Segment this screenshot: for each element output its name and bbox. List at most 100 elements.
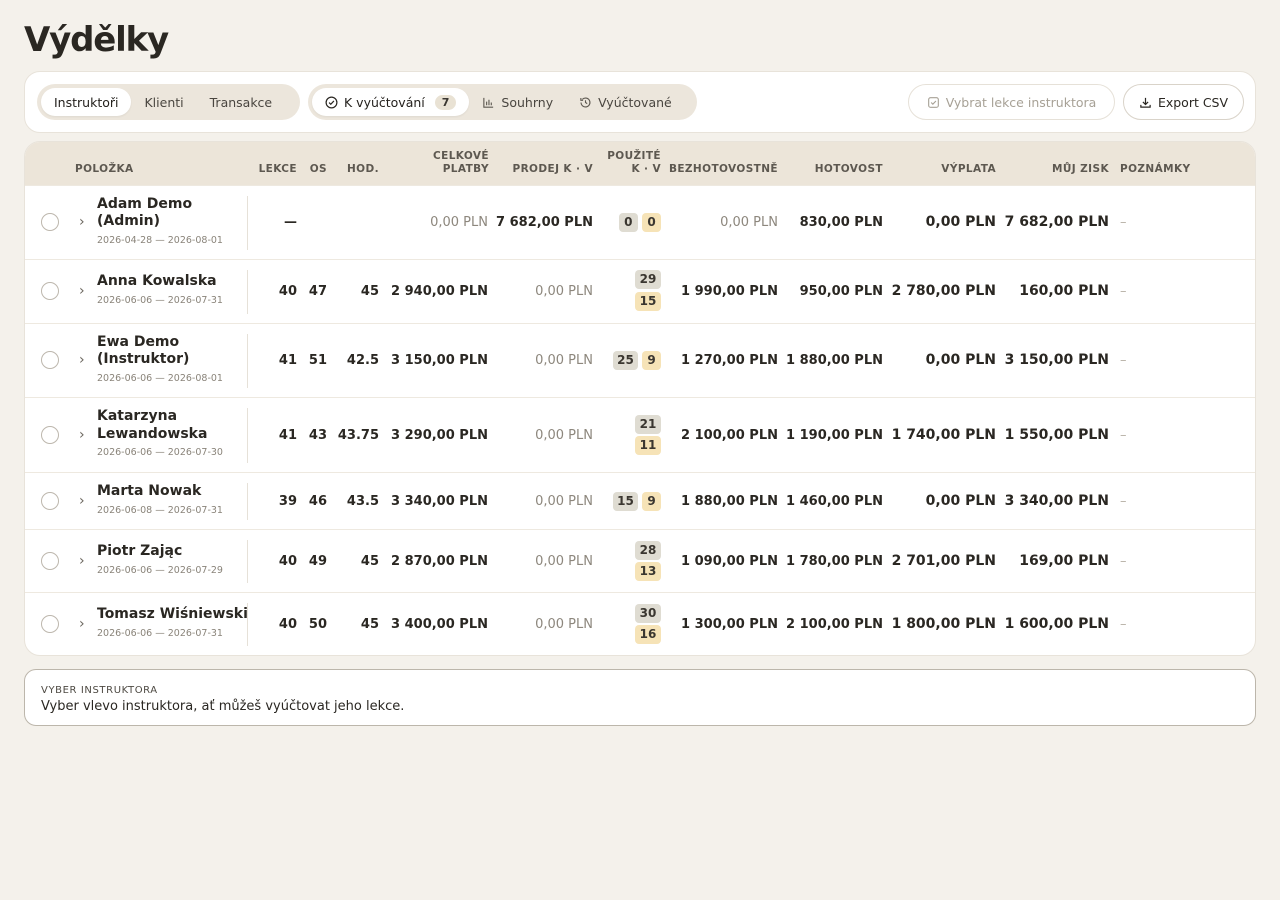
lessons-value: 41 (278, 428, 297, 443)
cashless-value: 2 100,00 PLN (681, 428, 778, 443)
tab-label: Vyúčtované (598, 94, 672, 110)
chevron-right-icon[interactable]: › (79, 284, 89, 298)
table-row[interactable]: › Piotr Zając 2026-06-06 — 2026-07-29 40… (25, 529, 1255, 592)
used-v-chip: 11 (635, 436, 661, 455)
notes-value[interactable]: – (1120, 494, 1127, 509)
notes-value[interactable]: – (1120, 284, 1127, 299)
header-profit: MŮJ ZISK (1052, 163, 1109, 175)
table-row[interactable]: › Adam Demo (Admin) 2026-04-28 — 2026-08… (25, 185, 1255, 259)
chevron-right-icon[interactable]: › (79, 428, 89, 442)
date-range: 2026-06-08 — 2026-07-31 (97, 505, 223, 516)
earnings-table: POLOŽKA LEKCE OS HOD. CELKOVÉ PLATBY PRO… (24, 141, 1256, 656)
status-tabs: K vyúčtování 7 Souhrny Vyúčtované (308, 84, 697, 120)
chevron-right-icon[interactable]: › (79, 353, 89, 367)
os-value: 43 (308, 428, 327, 443)
date-range: 2026-06-06 — 2026-07-29 (97, 565, 223, 576)
used-k-wrap: 29 (621, 270, 661, 289)
hours-value: 42.5 (346, 353, 379, 368)
table-row[interactable]: › Anna Kowalska 2026-06-06 — 2026-07-31 … (25, 259, 1255, 323)
total-value: 3 150,00 PLN (391, 353, 488, 368)
tab-transactions[interactable]: Transakce (197, 88, 286, 116)
chevron-right-icon[interactable]: › (79, 617, 89, 631)
used-k-chip: 15 (613, 492, 638, 511)
row-select-radio[interactable] (41, 552, 59, 570)
table-row[interactable]: › Marta Nowak 2026-06-08 — 2026-07-31 39… (25, 472, 1255, 529)
used-v-chip: 0 (642, 213, 661, 232)
header-cashless: BEZHOTOVOSTNĚ (668, 163, 778, 175)
profit-value: 1 600,00 PLN (1004, 616, 1109, 632)
os-value: 50 (308, 617, 327, 632)
instructor-name: Piotr Zając (97, 543, 183, 559)
os-value: 51 (308, 353, 327, 368)
chevron-right-icon[interactable]: › (79, 494, 89, 508)
notes-value[interactable]: – (1120, 215, 1127, 230)
used-k-chip: 29 (635, 270, 661, 289)
export-csv-button[interactable]: Export CSV (1123, 84, 1244, 120)
notes-value[interactable]: – (1120, 353, 1127, 368)
used-k-chip: 25 (613, 351, 638, 370)
lessons-value: 41 (278, 353, 297, 368)
tab-to-settle[interactable]: K vyúčtování 7 (312, 88, 470, 116)
sale-value: 0,00 PLN (535, 617, 593, 632)
column-divider (247, 270, 248, 314)
tab-clients[interactable]: Klienti (131, 88, 196, 116)
used-chips: 15 9 (585, 492, 661, 511)
cash-value: 2 100,00 PLN (786, 617, 883, 632)
chevron-right-icon[interactable]: › (79, 215, 89, 229)
lessons-value: 39 (278, 494, 297, 509)
tab-summaries[interactable]: Souhrny (469, 88, 566, 116)
sale-value: 7 682,00 PLN (496, 215, 593, 230)
cashless-value: 1 090,00 PLN (681, 554, 778, 569)
table-row[interactable]: › Tomasz Wiśniewski 2026-06-06 — 2026-07… (25, 592, 1255, 655)
notes-value[interactable]: – (1120, 428, 1127, 443)
download-icon (1140, 97, 1151, 108)
tab-label: Transakce (209, 94, 273, 110)
header-payout: VÝPLATA (941, 163, 996, 175)
row-select-radio[interactable] (41, 213, 59, 231)
hours-value: 45 (360, 617, 379, 632)
table-row[interactable]: › Katarzyna Lewandowska 2026-06-06 — 202… (25, 397, 1255, 472)
header-cash: HOTOVOST (814, 163, 883, 175)
row-select-radio[interactable] (41, 492, 59, 510)
cash-value: 830,00 PLN (799, 215, 883, 230)
payout-value: 2 780,00 PLN (891, 283, 996, 299)
instructor-name-line2: (Instruktor) (97, 351, 190, 367)
instructor-name: Ewa Demo (97, 334, 180, 350)
row-select-radio[interactable] (41, 426, 59, 444)
used-k-wrap: 21 (621, 415, 661, 434)
profit-value: 3 340,00 PLN (1004, 493, 1109, 509)
table-header: POLOŽKA LEKCE OS HOD. CELKOVÉ PLATBY PRO… (25, 142, 1255, 185)
tab-instructors[interactable]: Instruktoři (41, 88, 132, 116)
instructor-name: Marta Nowak (97, 483, 202, 499)
used-v-wrap: 13 (621, 562, 661, 581)
sale-value: 0,00 PLN (535, 428, 593, 443)
profit-value: 7 682,00 PLN (1004, 214, 1109, 230)
column-divider (247, 334, 248, 388)
os-value: 49 (308, 554, 327, 569)
header-total-line1: CELKOVÉ (433, 150, 489, 162)
select-instructor-hint: VYBER INSTRUKTORA Vyber vlevo instruktor… (24, 669, 1256, 726)
used-v-chip: 13 (635, 562, 661, 581)
cashless-value: 1 880,00 PLN (681, 494, 778, 509)
column-divider (247, 540, 248, 583)
notes-value[interactable]: – (1120, 554, 1127, 569)
lessons-value: — (284, 215, 297, 230)
column-divider (247, 603, 248, 646)
chevron-right-icon[interactable]: › (79, 554, 89, 568)
sale-value: 0,00 PLN (535, 554, 593, 569)
header-lessons: LEKCE (258, 163, 297, 175)
row-select-radio[interactable] (41, 282, 59, 300)
os-value: 46 (308, 494, 327, 509)
notes-value[interactable]: – (1120, 617, 1127, 632)
instructor-name: Anna Kowalska (97, 273, 217, 289)
table-row[interactable]: › Ewa Demo (Instruktor) 2026-06-06 — 202… (25, 323, 1255, 397)
row-select-radio[interactable] (41, 351, 59, 369)
total-value: 2 870,00 PLN (391, 554, 488, 569)
row-select-radio[interactable] (41, 615, 59, 633)
used-v-chip: 16 (635, 625, 661, 644)
tab-label: Klienti (144, 94, 184, 110)
select-lessons-button[interactable]: Vybrat lekce instruktora (908, 84, 1115, 120)
instructor-name-line2: (Admin) (97, 213, 161, 229)
tab-settled[interactable]: Vyúčtované (566, 88, 685, 116)
used-v-chip: 9 (642, 492, 661, 511)
